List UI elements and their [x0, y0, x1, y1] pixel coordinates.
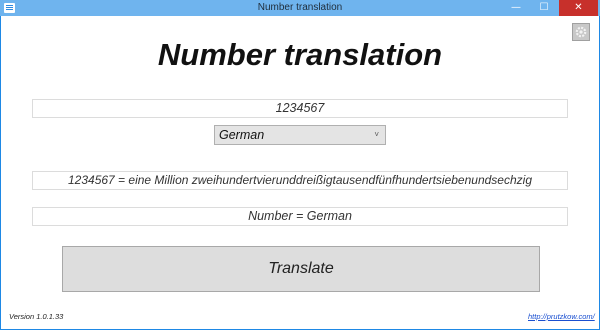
- app-window: Number translation — ☐ ✕ Number translat…: [0, 0, 600, 330]
- result-output[interactable]: 1234567 = eine Million zweihundertvierun…: [32, 171, 568, 190]
- page-title: Number translation: [157, 37, 443, 72]
- number-input[interactable]: 1234567: [32, 99, 568, 118]
- language-select[interactable]: German ˅: [214, 125, 386, 145]
- status-output[interactable]: Number = German: [32, 207, 568, 226]
- translate-button[interactable]: Translate: [62, 246, 540, 292]
- chevron-down-icon: ˅: [374, 130, 379, 139]
- title-bar[interactable]: Number translation — ☐ ✕: [0, 0, 600, 16]
- website-link[interactable]: http://prutzkow.com/: [528, 312, 595, 322]
- version-label: Version 1.0.1.33: [9, 312, 64, 321]
- main-panel: Number translation 1234567 German ˅ 1234…: [1, 16, 599, 329]
- maximize-button[interactable]: ☐: [531, 0, 557, 16]
- close-button[interactable]: ✕: [559, 0, 598, 16]
- language-select-value: German: [219, 128, 265, 142]
- minimize-button[interactable]: —: [503, 0, 529, 16]
